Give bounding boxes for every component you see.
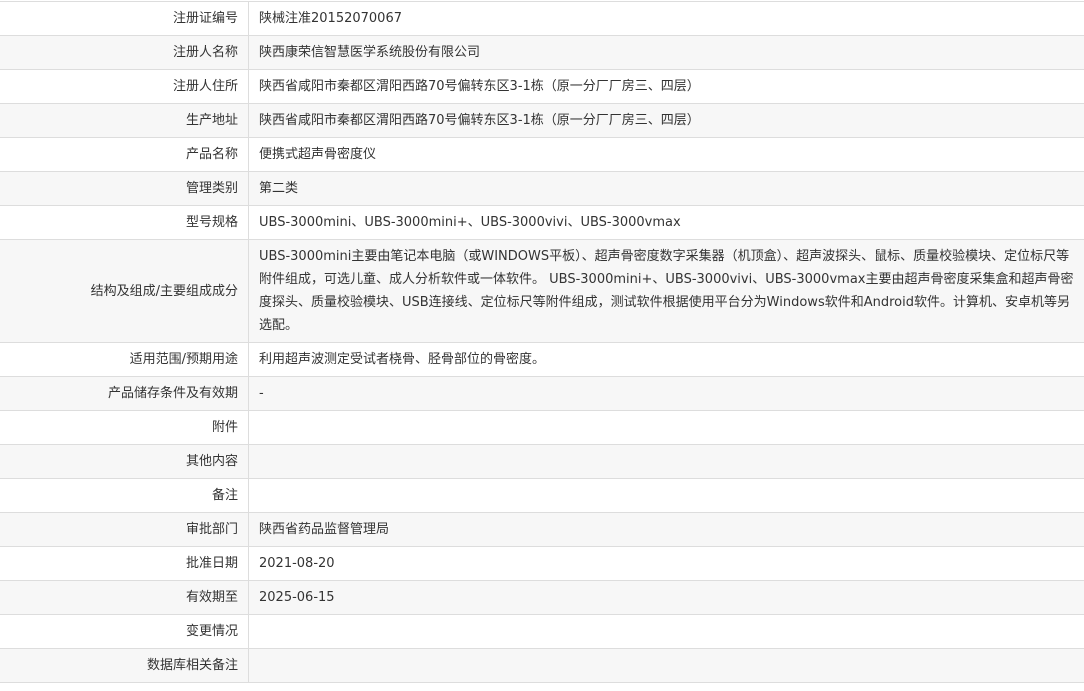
field-label: 注册证编号 — [0, 1, 249, 36]
table-row: 产品名称 便携式超声骨密度仪 — [0, 137, 1084, 172]
table-row: 注册证编号 陕械注准20152070067 — [0, 1, 1084, 36]
field-value: 第二类 — [248, 171, 1084, 206]
field-label: 产品储存条件及有效期 — [0, 376, 249, 411]
field-label: 有效期至 — [0, 580, 249, 615]
field-value: 陕西康荣信智慧医学系统股份有限公司 — [248, 35, 1084, 70]
table-row: 注册人名称 陕西康荣信智慧医学系统股份有限公司 — [0, 35, 1084, 70]
field-value: UBS-3000mini、UBS-3000mini+、UBS-3000vivi、… — [248, 205, 1084, 240]
field-value — [248, 478, 1084, 513]
field-value: 陕西省咸阳市秦都区渭阳西路70号偏转东区3-1栋（原一分厂厂房三、四层） — [248, 103, 1084, 138]
table-row: 产品储存条件及有效期 - — [0, 376, 1084, 411]
field-value: - — [248, 376, 1084, 411]
field-value — [248, 648, 1084, 683]
table-row: 数据库相关备注 — [0, 648, 1084, 683]
field-label: 产品名称 — [0, 137, 249, 172]
table-row: 生产地址 陕西省咸阳市秦都区渭阳西路70号偏转东区3-1栋（原一分厂厂房三、四层… — [0, 103, 1084, 138]
table-row: 变更情况 — [0, 614, 1084, 649]
table-row: 其他内容 — [0, 444, 1084, 479]
table-row: 附件 — [0, 410, 1084, 445]
field-label: 型号规格 — [0, 205, 249, 240]
table-row: 管理类别 第二类 — [0, 171, 1084, 206]
table-row: 有效期至 2025-06-15 — [0, 580, 1084, 615]
table-row: 批准日期 2021-08-20 — [0, 546, 1084, 581]
field-value: 陕西省药品监督管理局 — [248, 512, 1084, 547]
field-label: 数据库相关备注 — [0, 648, 249, 683]
table-row: 型号规格 UBS-3000mini、UBS-3000mini+、UBS-3000… — [0, 205, 1084, 240]
field-value: 便携式超声骨密度仪 — [248, 137, 1084, 172]
table-row: 结构及组成/主要组成成分 UBS-3000mini主要由笔记本电脑（或WINDO… — [0, 239, 1084, 343]
table-row: 审批部门 陕西省药品监督管理局 — [0, 512, 1084, 547]
field-label: 备注 — [0, 478, 249, 513]
table-row: 适用范围/预期用途 利用超声波测定受试者桡骨、胫骨部位的骨密度。 — [0, 342, 1084, 377]
field-label: 生产地址 — [0, 103, 249, 138]
field-value: UBS-3000mini主要由笔记本电脑（或WINDOWS平板）、超声骨密度数字… — [248, 239, 1084, 343]
field-label: 适用范围/预期用途 — [0, 342, 249, 377]
field-label: 注册人名称 — [0, 35, 249, 70]
table-row: 备注 — [0, 478, 1084, 513]
field-value-text: UBS-3000mini主要由笔记本电脑（或WINDOWS平板）、超声骨密度数字… — [259, 249, 1074, 333]
field-label: 附件 — [0, 410, 249, 445]
field-label: 其他内容 — [0, 444, 249, 479]
field-value: 2021-08-20 — [248, 546, 1084, 581]
field-value: 2025-06-15 — [248, 580, 1084, 615]
field-value — [248, 614, 1084, 649]
field-label: 变更情况 — [0, 614, 249, 649]
table-row: 注册人住所 陕西省咸阳市秦都区渭阳西路70号偏转东区3-1栋（原一分厂厂房三、四… — [0, 69, 1084, 104]
registration-detail-table: 注册证编号 陕械注准20152070067 注册人名称 陕西康荣信智慧医学系统股… — [0, 1, 1084, 683]
field-value: 陕械注准20152070067 — [248, 1, 1084, 36]
field-value — [248, 410, 1084, 445]
field-label: 批准日期 — [0, 546, 249, 581]
field-value — [248, 444, 1084, 479]
field-label: 审批部门 — [0, 512, 249, 547]
field-label: 注册人住所 — [0, 69, 249, 104]
field-label: 管理类别 — [0, 171, 249, 206]
field-value: 陕西省咸阳市秦都区渭阳西路70号偏转东区3-1栋（原一分厂厂房三、四层） — [248, 69, 1084, 104]
field-value: 利用超声波测定受试者桡骨、胫骨部位的骨密度。 — [248, 342, 1084, 377]
field-label: 结构及组成/主要组成成分 — [0, 239, 249, 343]
